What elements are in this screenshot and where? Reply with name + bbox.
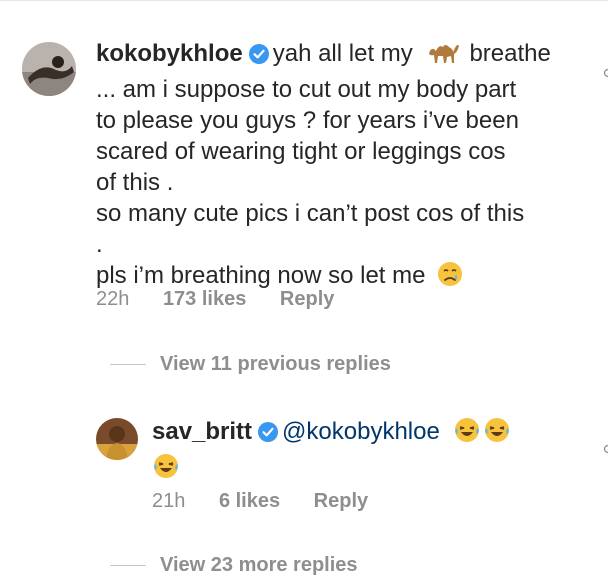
comment-meta: 21h 6 likes Reply xyxy=(152,490,396,513)
divider-dash xyxy=(110,364,146,365)
like-heart-icon[interactable] xyxy=(600,440,608,454)
view-previous-replies[interactable]: View 11 previous replies xyxy=(110,353,391,376)
likes-count[interactable]: 173 likes xyxy=(163,288,246,310)
camel-emoji xyxy=(427,40,461,74)
mention-link[interactable]: @kokobykhloe xyxy=(282,418,440,445)
likes-count[interactable]: 6 likes xyxy=(219,490,280,512)
comment-meta: 22h 173 likes Reply xyxy=(96,288,362,311)
view-more-replies[interactable]: View 23 more replies xyxy=(110,554,358,577)
avatar[interactable] xyxy=(96,418,138,460)
comment-text: sav_britt @kokobykhloe xyxy=(152,416,572,488)
divider-dash xyxy=(110,565,146,566)
username[interactable]: sav_britt xyxy=(152,418,252,445)
timestamp: 21h xyxy=(152,490,186,512)
verified-icon xyxy=(258,419,279,450)
tears-of-joy-emoji xyxy=(152,452,180,488)
top-divider xyxy=(0,0,608,14)
reply-button[interactable]: Reply xyxy=(314,490,368,512)
timestamp: 22h xyxy=(96,288,130,310)
tears-of-joy-emoji xyxy=(453,416,481,452)
tears-of-joy-emoji xyxy=(483,416,511,452)
avatar[interactable] xyxy=(22,42,76,96)
crying-face-emoji xyxy=(436,260,464,296)
reply-button[interactable]: Reply xyxy=(280,288,334,310)
username[interactable]: kokobykhloe xyxy=(96,40,243,67)
verified-icon xyxy=(248,41,269,72)
like-heart-icon[interactable] xyxy=(600,64,608,78)
comment-text: kokobykhloe yah all let my breathe ... am… xyxy=(96,38,596,296)
